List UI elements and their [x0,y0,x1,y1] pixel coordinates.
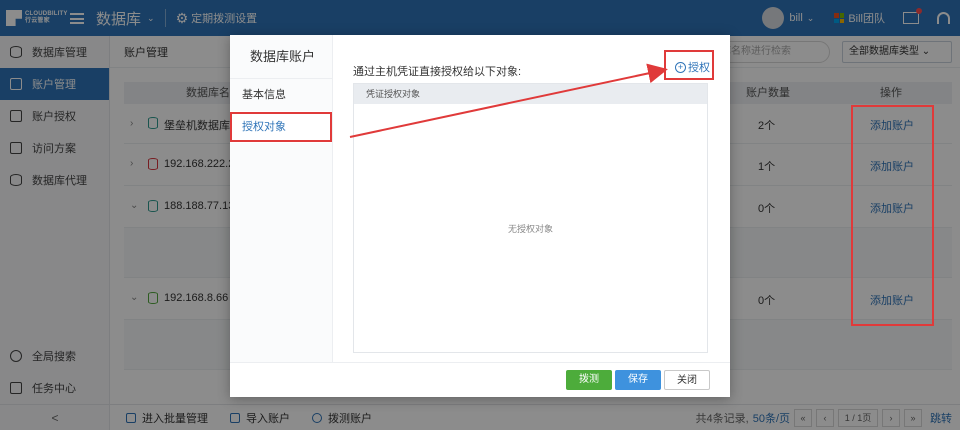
annotation-arrow [349,63,668,138]
highlight-ops-column [851,105,934,326]
